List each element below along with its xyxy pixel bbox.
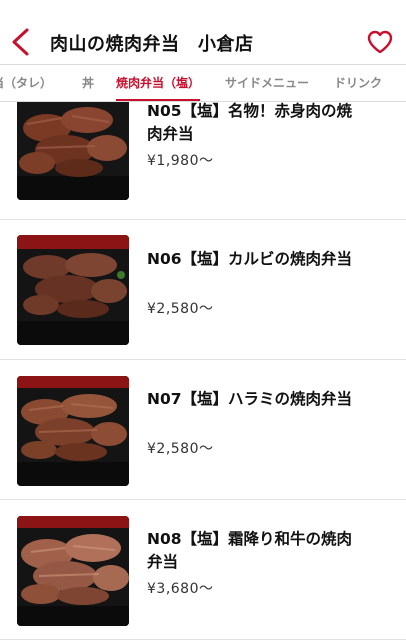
tab-side-menu[interactable]: サイドメニュー (225, 65, 309, 101)
item-title: N07【塩】ハラミの焼肉弁当 (147, 390, 353, 408)
favorite-button[interactable] (366, 29, 394, 55)
food-image (17, 516, 129, 626)
food-image (17, 102, 129, 200)
tab-drinks[interactable]: ドリンク (334, 65, 382, 101)
back-button[interactable] (8, 27, 34, 57)
tab-donburi[interactable]: 丼 (82, 65, 94, 101)
tab-bento-tare[interactable]: 当（タレ） (0, 65, 52, 101)
item-price: ¥3,680～ (147, 581, 214, 597)
item-price: ¥2,580～ (147, 301, 214, 317)
page-title: 肉山の焼肉弁当 小倉店 (50, 34, 254, 55)
chevron-left-icon (12, 28, 29, 56)
list-item[interactable]: N06【塩】カルビの焼肉弁当 ¥2,580～ (0, 220, 406, 360)
item-title: N06【塩】カルビの焼肉弁当 (147, 250, 353, 268)
item-price: ¥2,580～ (147, 441, 214, 457)
list-item[interactable]: N05【塩】名物！赤身肉の焼肉弁当 ¥1,980～ (0, 102, 406, 220)
menu-list: N05【塩】名物！赤身肉の焼肉弁当 ¥1,980～ N06【塩】カルビの焼肉弁当… (0, 102, 406, 640)
food-image (17, 235, 129, 345)
list-item[interactable]: N08【塩】霜降り和牛の焼肉弁当 ¥3,680～ (0, 500, 406, 640)
item-title: N08【塩】霜降り和牛の焼肉弁当 (147, 530, 353, 571)
food-image (17, 376, 129, 486)
list-item[interactable]: N07【塩】ハラミの焼肉弁当 ¥2,580～ (0, 360, 406, 500)
tab-bento-shio[interactable]: 焼肉弁当（塩） (116, 65, 201, 101)
item-title: N05【塩】名物！赤身肉の焼肉弁当 (147, 102, 353, 143)
app-header: 肉山の焼肉弁当 小倉店 (0, 0, 406, 64)
category-tabs: 当（タレ） 丼 焼肉弁当（塩） サイドメニュー ドリンク (0, 64, 406, 102)
heart-icon (367, 30, 393, 54)
item-price: ¥1,980～ (147, 153, 214, 169)
